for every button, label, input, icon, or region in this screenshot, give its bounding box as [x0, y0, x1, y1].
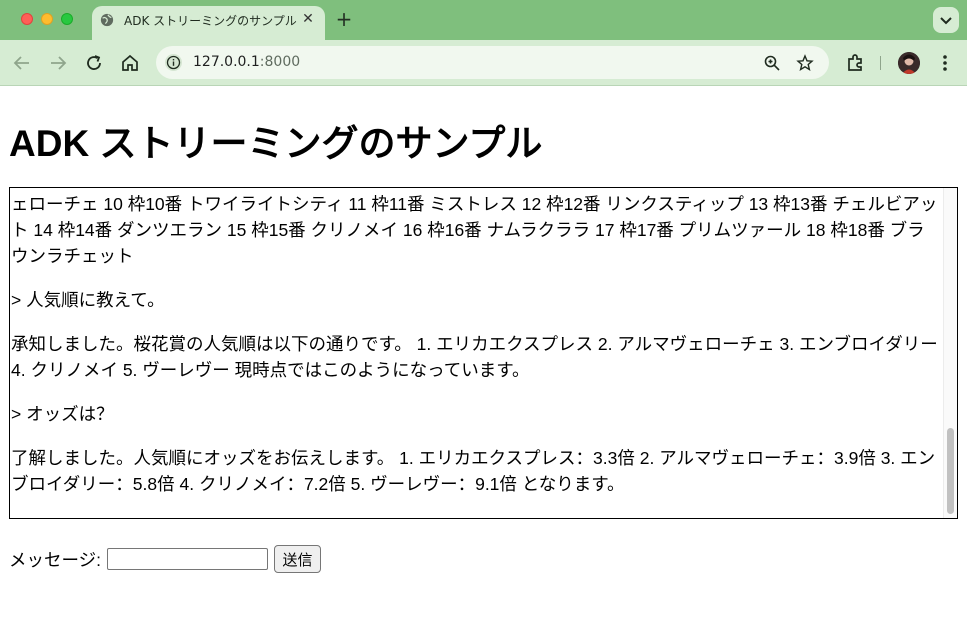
site-info-button[interactable] [165, 54, 182, 71]
chevron-down-icon [940, 17, 952, 25]
window-minimize-button[interactable] [41, 13, 53, 25]
message-item: 了解しました。人気順にオッズをお伝えします。 1. エリカエクスプレス：3.3倍… [11, 448, 936, 494]
message-input[interactable] [107, 548, 268, 570]
address-bar[interactable]: 127.0.0.1:8000 [156, 46, 829, 79]
tab-title: ADK ストリーミングのサンプル [124, 14, 297, 28]
tab-close-icon[interactable]: ✕ [300, 11, 316, 27]
browser-tabbar: ADK ストリーミングのサンプル ✕ + [0, 0, 967, 40]
browser-toolbar: 127.0.0.1:8000 [0, 40, 967, 86]
message-label: メッセージ: [9, 550, 102, 570]
message-item: 承知しました。桜花賞の人気順は以下の通りです。 1. エリカエクスプレス 2. … [11, 334, 938, 380]
profile-avatar[interactable] [898, 52, 920, 74]
avatar-image [898, 52, 920, 74]
message-item: > 人気順に教えて。 [11, 290, 165, 310]
back-arrow-icon[interactable] [10, 51, 34, 75]
star-icon[interactable] [796, 54, 814, 72]
message-item: 枠5番 フヒーディンリム 6 枠6番 エンブロイダリー 7 枠7番 ヴーレヴー … [11, 194, 938, 266]
reload-icon[interactable] [82, 51, 106, 75]
window-close-button[interactable] [21, 13, 33, 25]
info-icon [166, 55, 181, 70]
messages-scrollbar[interactable] [943, 188, 957, 518]
scrollbar-thumb[interactable] [947, 428, 954, 514]
browser-tab-active[interactable]: ADK ストリーミングのサンプル ✕ [92, 6, 325, 40]
messages-panel[interactable]: 枠5番 フヒーディンリム 6 枠6番 エンブロイダリー 7 枠7番 ヴーレヴー … [9, 187, 958, 519]
window-maximize-button[interactable] [61, 13, 73, 25]
globe-icon [100, 13, 114, 27]
send-button[interactable]: 送信 [274, 545, 321, 573]
home-icon[interactable] [118, 51, 142, 75]
zoom-icon[interactable] [763, 54, 781, 72]
url-text: 127.0.0.1:8000 [193, 54, 300, 70]
page-title: ADK ストリーミングのサンプル [9, 123, 543, 164]
tab-search-button[interactable] [933, 7, 959, 33]
message-item: > オッズは？ [11, 404, 114, 424]
url-host: 127.0.0.1 [193, 54, 260, 70]
url-port: :8000 [259, 54, 301, 70]
forward-arrow-icon[interactable] [46, 51, 70, 75]
toolbar-separator [880, 56, 881, 70]
new-tab-button[interactable]: + [334, 8, 354, 30]
messages-list: 枠5番 フヒーディンリム 6 枠6番 エンブロイダリー 7 枠7番 ヴーレヴー … [11, 188, 941, 515]
kebab-menu-icon[interactable] [933, 51, 957, 75]
extensions-icon[interactable] [843, 51, 867, 75]
